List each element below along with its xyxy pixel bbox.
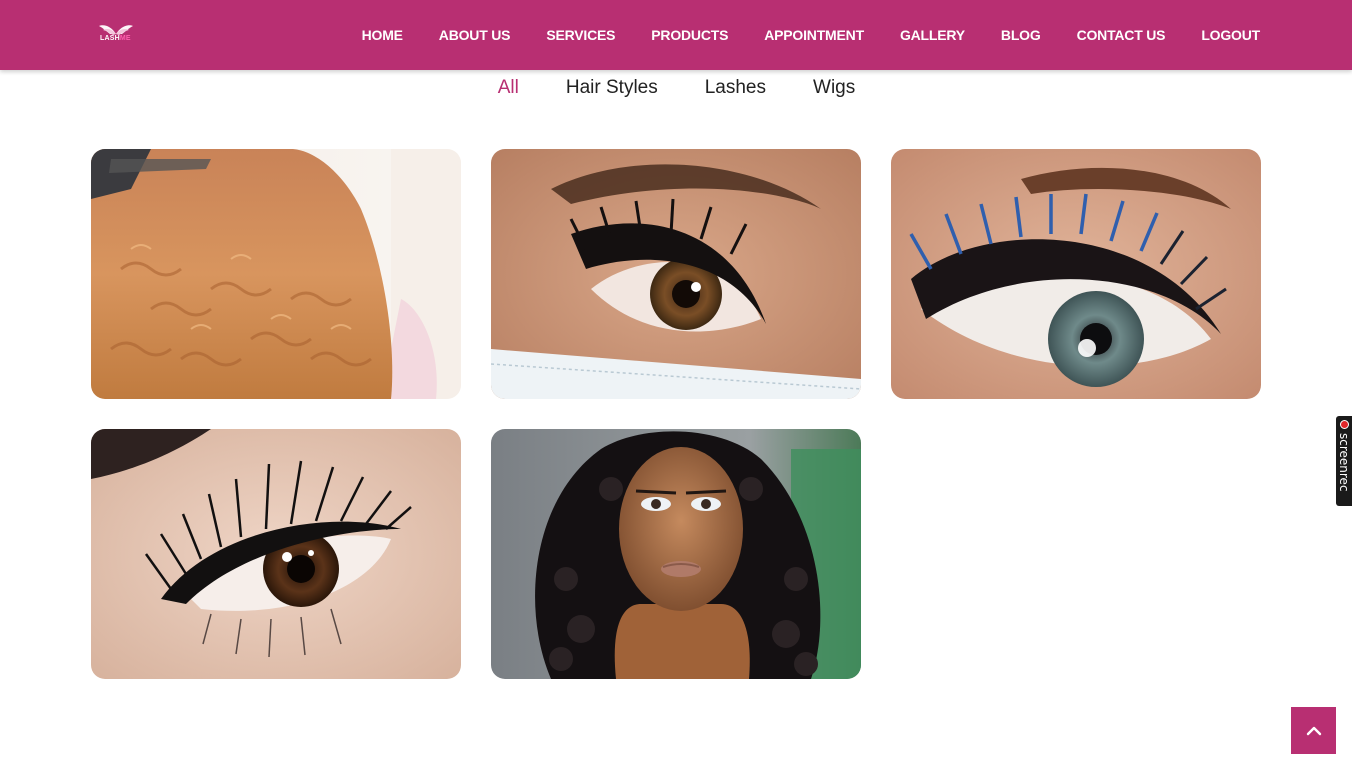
gallery-item-curled-hair[interactable] (91, 149, 461, 399)
screenrec-label: screenrec (1337, 433, 1351, 492)
logo-text: LASHME (100, 35, 131, 42)
nav-gallery[interactable]: GALLERY (900, 27, 965, 43)
filter-all[interactable]: All (498, 76, 519, 100)
filter-lashes[interactable]: Lashes (705, 76, 766, 100)
record-icon (1340, 420, 1349, 429)
gallery-filters: All Hair Styles Lashes Wigs (0, 76, 1352, 100)
nav-logout[interactable]: LOGOUT (1201, 27, 1260, 43)
filter-wigs[interactable]: Wigs (813, 76, 855, 100)
brown-eye-lashes-image (491, 149, 861, 399)
gallery-item-blue-lashes[interactable] (891, 149, 1261, 399)
gallery-item-wispy-lashes[interactable] (91, 429, 461, 679)
nav-home[interactable]: HOME (362, 27, 403, 43)
chevron-up-icon (1306, 726, 1321, 735)
wispy-lashes-image (91, 429, 461, 679)
nav-about-us[interactable]: ABOUT US (439, 27, 511, 43)
nav-contact-us[interactable]: CONTACT US (1077, 27, 1166, 43)
gallery-grid (91, 149, 1261, 679)
curled-hair-image (91, 149, 461, 399)
filter-hair-styles[interactable]: Hair Styles (566, 76, 658, 100)
back-to-top-button[interactable] (1291, 707, 1336, 754)
main-nav: HOME ABOUT US SERVICES PRODUCTS APPOINTM… (362, 0, 1261, 70)
nav-products[interactable]: PRODUCTS (651, 27, 728, 43)
nav-services[interactable]: SERVICES (546, 27, 615, 43)
gallery-item-brown-eye-lashes[interactable] (491, 149, 861, 399)
nav-appointment[interactable]: APPOINTMENT (764, 27, 864, 43)
gallery-item-curly-wig[interactable] (491, 429, 861, 679)
site-logo[interactable]: LASHME (96, 22, 136, 48)
curly-wig-image (491, 429, 861, 679)
nav-blog[interactable]: BLOG (1001, 27, 1041, 43)
site-header: LASHME HOME ABOUT US SERVICES PRODUCTS A… (0, 0, 1352, 70)
blue-lashes-image (891, 149, 1261, 399)
screenrec-tab[interactable]: screenrec (1336, 416, 1352, 506)
